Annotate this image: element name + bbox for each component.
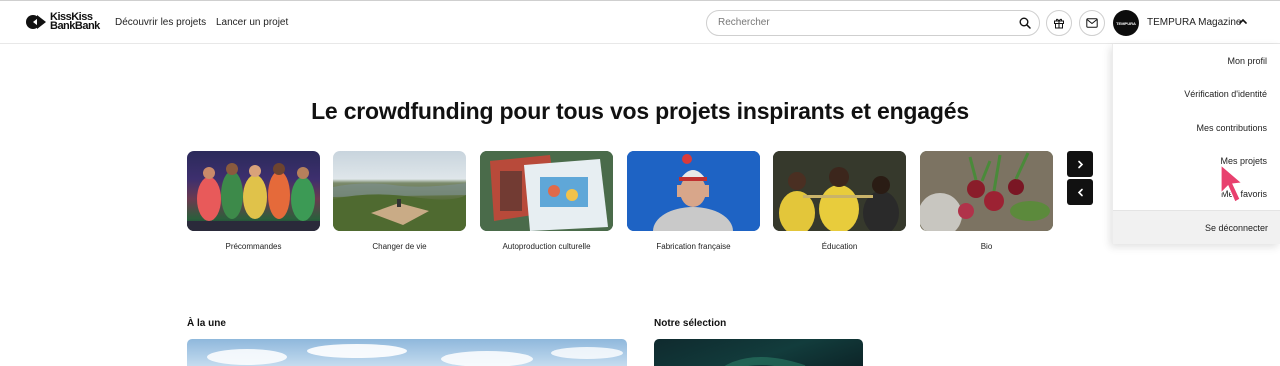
mail-icon — [1086, 18, 1098, 28]
category-card-bio[interactable]: Bio — [920, 151, 1053, 251]
logout-label: Se déconnecter — [1204, 223, 1268, 233]
carousel-next-button[interactable] — [1067, 151, 1093, 177]
category-label[interactable]: Bio — [920, 242, 1053, 251]
mouse-pointer-icon — [1220, 163, 1244, 203]
search-icon[interactable] — [1019, 17, 1031, 29]
category-card-changer-de-vie[interactable]: Changer de vie — [333, 151, 466, 251]
featured-project-image[interactable] — [187, 339, 627, 366]
gift-icon — [1054, 18, 1064, 29]
kisskiss-logo[interactable]: KissKiss BankBank — [26, 11, 100, 32]
selection-section-title: Notre sélection — [654, 318, 727, 329]
board-game-photo-image[interactable] — [480, 151, 613, 231]
selection-project-image[interactable] — [654, 339, 863, 366]
menu-item-contributions[interactable]: Mes contributions — [1196, 123, 1267, 133]
gift-button[interactable] — [1046, 10, 1072, 36]
chevron-up-icon[interactable] — [1239, 18, 1247, 24]
music-class-photo-image[interactable] — [773, 151, 906, 231]
category-label[interactable]: Fabrication française — [627, 242, 760, 251]
menu-item-logout[interactable]: Se déconnecter — [1113, 210, 1280, 244]
landscape-photo-image[interactable] — [333, 151, 466, 231]
search-input[interactable] — [718, 17, 1008, 28]
chevron-left-icon — [1077, 188, 1083, 196]
user-avatar[interactable]: TEMPURA — [1113, 10, 1139, 36]
category-label[interactable]: Précommandes — [187, 242, 320, 251]
group-photo-image[interactable] — [187, 151, 320, 231]
beanie-photo-image[interactable] — [627, 151, 760, 231]
hero-title: Le crowdfunding pour tous vos projets in… — [311, 98, 969, 124]
logo-wordmark: KissKiss BankBank — [50, 11, 100, 32]
category-label[interactable]: Autoproduction culturelle — [480, 242, 613, 251]
vegetables-photo-image[interactable] — [920, 151, 1053, 231]
site-header: KissKiss BankBank Découvrir les projets … — [0, 1, 1280, 44]
logo-mark-icon — [26, 14, 46, 30]
menu-item-verification[interactable]: Vérification d'identité — [1184, 89, 1267, 99]
menu-item-mon-profil[interactable]: Mon profil — [1227, 56, 1267, 66]
carousel-prev-button[interactable] — [1067, 179, 1093, 205]
nav-launch-project[interactable]: Lancer un projet — [216, 17, 288, 28]
category-card-fabrication-francaise[interactable]: Fabrication française — [627, 151, 760, 251]
category-card-precommandes[interactable]: Précommandes — [187, 151, 320, 251]
category-card-education[interactable]: Éducation — [773, 151, 906, 251]
messages-button[interactable] — [1079, 10, 1105, 36]
chevron-right-icon — [1077, 160, 1083, 168]
featured-section-title: À la une — [187, 318, 226, 329]
user-menu-toggle[interactable]: TEMPURA Magazine — [1147, 17, 1241, 28]
search-box[interactable] — [706, 10, 1040, 36]
category-label[interactable]: Éducation — [773, 242, 906, 251]
category-card-autoproduction[interactable]: Autoproduction culturelle — [480, 151, 613, 251]
user-dropdown-menu: Mon profil Vérification d'identité Mes c… — [1112, 44, 1280, 244]
category-label[interactable]: Changer de vie — [333, 242, 466, 251]
nav-discover-projects[interactable]: Découvrir les projets — [115, 17, 206, 28]
